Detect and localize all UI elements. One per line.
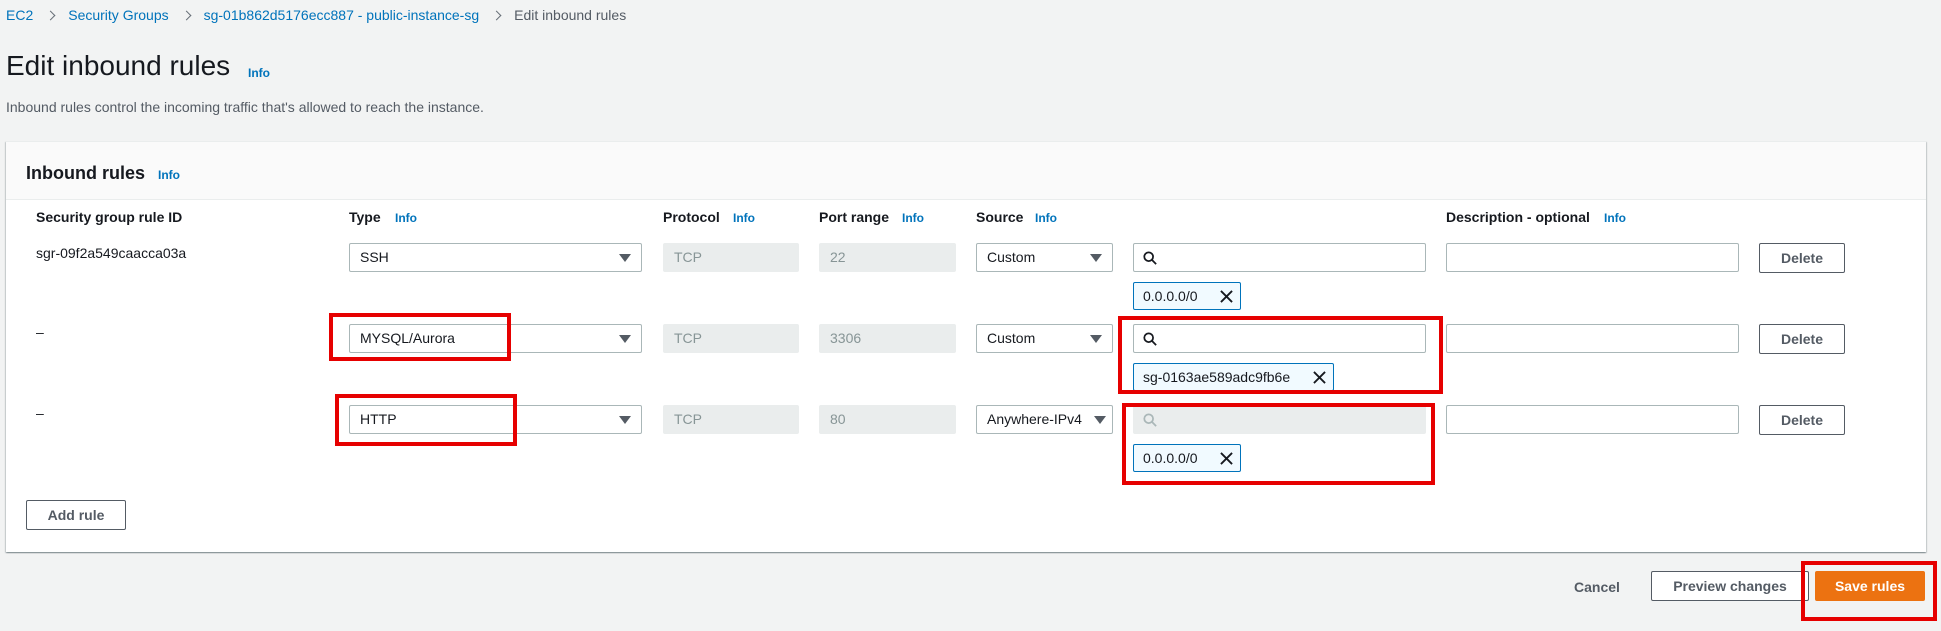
source-select[interactable]: Custom — [976, 324, 1113, 353]
source-select[interactable]: Anywhere-IPv4 — [976, 405, 1113, 434]
port-value: 22 — [830, 249, 846, 265]
chevron-right-icon — [491, 10, 502, 20]
protocol-field: TCP — [663, 324, 799, 353]
source-value: Anywhere-IPv4 — [987, 411, 1082, 427]
close-icon[interactable] — [1220, 452, 1233, 465]
type-info-link[interactable]: Info — [395, 211, 417, 225]
protocol-value: TCP — [674, 249, 702, 265]
cancel-button[interactable]: Cancel — [1574, 579, 1620, 595]
col-description: Description - optional — [1446, 209, 1590, 225]
col-port-range: Port range — [819, 209, 890, 225]
breadcrumb-security-group[interactable]: sg-01b862d5176ecc887 - public-instance-s… — [204, 7, 480, 23]
type-select[interactable]: SSH — [349, 243, 642, 272]
protocol-field: TCP — [663, 243, 799, 272]
delete-button[interactable]: Delete — [1759, 324, 1845, 354]
caret-down-icon — [619, 335, 631, 343]
close-icon[interactable] — [1313, 371, 1326, 384]
col-source: Source — [976, 209, 1024, 225]
breadcrumb: EC2 Security Groups sg-01b862d5176ecc887… — [6, 7, 626, 23]
port-value: 80 — [830, 411, 846, 427]
token-label: sg-0163ae589adc9fb6e — [1143, 369, 1291, 385]
panel-title: Inbound rules — [26, 163, 145, 183]
breadcrumb-security-groups[interactable]: Security Groups — [68, 7, 168, 23]
type-value: MYSQL/Aurora — [360, 330, 455, 346]
caret-down-icon — [1090, 335, 1102, 343]
rule-id: – — [36, 324, 44, 340]
source-search-input[interactable] — [1133, 324, 1426, 353]
search-icon — [1143, 332, 1157, 346]
close-icon[interactable] — [1220, 290, 1233, 303]
rule-id: sgr-09f2a549caacca03a — [36, 245, 187, 261]
rule-id: – — [36, 405, 44, 421]
search-icon — [1143, 413, 1157, 427]
breadcrumb-ec2[interactable]: EC2 — [6, 7, 33, 23]
token-label: 0.0.0.0/0 — [1143, 450, 1198, 466]
col-rule-id: Security group rule ID — [36, 209, 183, 225]
caret-down-icon — [619, 254, 631, 262]
inbound-rules-panel: Inbound rules Info Security group rule I… — [6, 141, 1926, 552]
preview-changes-button[interactable]: Preview changes — [1651, 571, 1809, 601]
type-select[interactable]: MYSQL/Aurora — [349, 324, 642, 353]
page-description: Inbound rules control the incoming traff… — [6, 99, 484, 115]
panel-header: Inbound rules Info — [6, 142, 1926, 200]
port-range-field: 80 — [819, 405, 956, 434]
description-info-link[interactable]: Info — [1604, 211, 1626, 225]
source-select[interactable]: Custom — [976, 243, 1113, 272]
description-input[interactable] — [1446, 405, 1739, 434]
caret-down-icon — [1094, 416, 1106, 424]
chevron-right-icon — [45, 10, 56, 20]
source-value: Custom — [987, 249, 1036, 265]
source-token: 0.0.0.0/0 — [1133, 444, 1241, 472]
type-value: HTTP — [360, 411, 397, 427]
source-value: Custom — [987, 330, 1036, 346]
description-input[interactable] — [1446, 324, 1739, 353]
delete-button[interactable]: Delete — [1759, 405, 1845, 435]
port-range-field: 22 — [819, 243, 956, 272]
source-token: 0.0.0.0/0 — [1133, 282, 1241, 310]
search-icon — [1143, 251, 1157, 265]
port-range-info-link[interactable]: Info — [902, 211, 924, 225]
type-value: SSH — [360, 249, 389, 265]
caret-down-icon — [1090, 254, 1102, 262]
caret-down-icon — [619, 416, 631, 424]
protocol-value: TCP — [674, 411, 702, 427]
token-label: 0.0.0.0/0 — [1143, 288, 1198, 304]
chevron-right-icon — [181, 10, 192, 20]
delete-button[interactable]: Delete — [1759, 243, 1845, 273]
source-search-input[interactable] — [1133, 243, 1426, 272]
save-rules-button[interactable]: Save rules — [1815, 571, 1925, 601]
protocol-info-link[interactable]: Info — [733, 211, 755, 225]
breadcrumb-current: Edit inbound rules — [514, 7, 627, 23]
type-select[interactable]: HTTP — [349, 405, 642, 434]
panel-info-link[interactable]: Info — [158, 168, 180, 182]
source-token: sg-0163ae589adc9fb6e — [1133, 363, 1334, 391]
source-info-link[interactable]: Info — [1035, 211, 1057, 225]
page-info-link[interactable]: Info — [248, 66, 270, 80]
col-protocol: Protocol — [663, 209, 720, 225]
port-range-field: 3306 — [819, 324, 956, 353]
protocol-value: TCP — [674, 330, 702, 346]
col-type: Type — [349, 209, 381, 225]
protocol-field: TCP — [663, 405, 799, 434]
source-search-input — [1133, 405, 1426, 434]
description-input[interactable] — [1446, 243, 1739, 272]
port-value: 3306 — [830, 330, 862, 346]
page-title: Edit inbound rules — [6, 50, 231, 81]
add-rule-button[interactable]: Add rule — [26, 500, 126, 530]
